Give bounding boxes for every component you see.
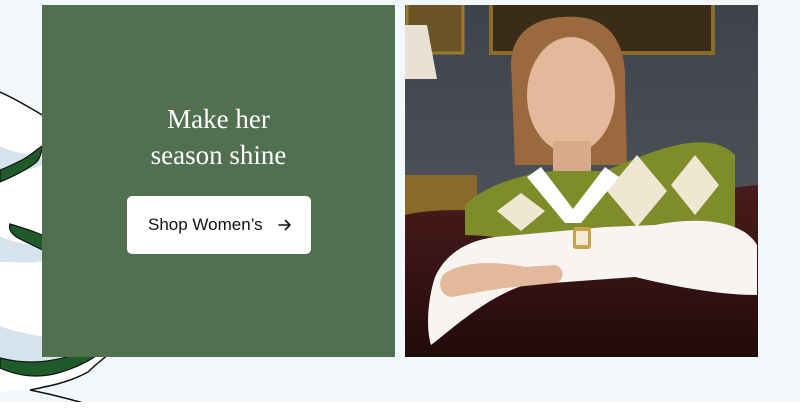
- shop-womens-label: Shop Women’s: [148, 215, 263, 234]
- model-photo: [405, 5, 758, 357]
- holiday-promo-section: Make her season shine Shop Women’s: [0, 0, 800, 408]
- shop-womens-button[interactable]: Shop Women’s: [127, 196, 311, 254]
- promo-panel: Make her season shine Shop Women’s: [42, 5, 395, 357]
- model-photo-graphic: [405, 5, 758, 357]
- promo-headline-line2: season shine: [150, 140, 287, 170]
- section-bottom-divider: [0, 402, 800, 408]
- arrow-right-icon: [278, 219, 291, 231]
- promo-headline-line1: Make her: [167, 104, 270, 134]
